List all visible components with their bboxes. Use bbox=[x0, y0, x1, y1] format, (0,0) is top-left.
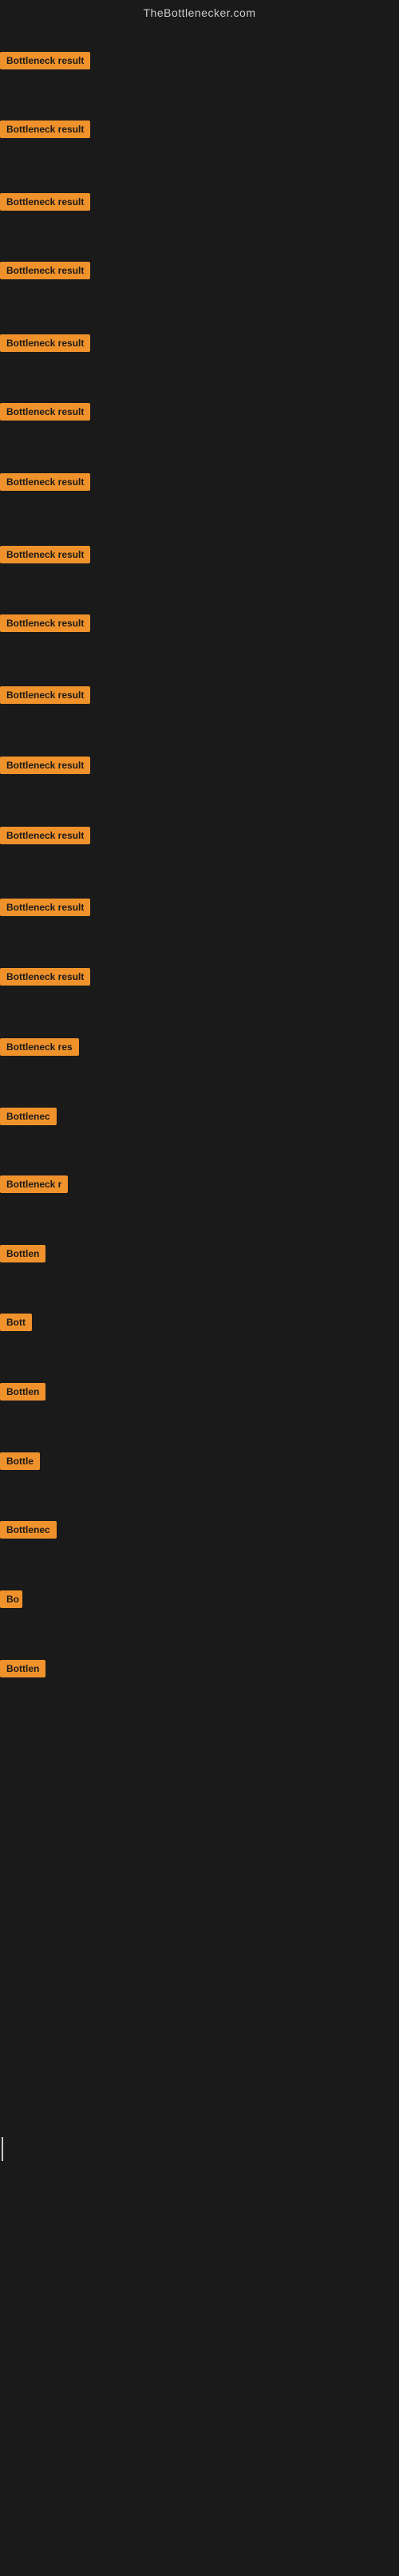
bottleneck-badge[interactable]: Bottleneck result bbox=[0, 546, 90, 563]
bottleneck-badge[interactable]: Bottleneck result bbox=[0, 262, 90, 279]
bottleneck-badge[interactable]: Bottleneck result bbox=[0, 334, 90, 352]
bottleneck-result-item[interactable]: Bottleneck result bbox=[0, 473, 90, 495]
bottleneck-badge[interactable]: Bottlen bbox=[0, 1245, 45, 1262]
bottleneck-result-item[interactable]: Bottleneck result bbox=[0, 827, 90, 848]
bottleneck-result-item[interactable]: Bottleneck result bbox=[0, 262, 90, 283]
bottleneck-result-item[interactable]: Bottlen bbox=[0, 1245, 45, 1266]
bottleneck-badge[interactable]: Bottleneck result bbox=[0, 686, 90, 704]
bottleneck-result-item[interactable]: Bottleneck result bbox=[0, 614, 90, 636]
bottleneck-result-item[interactable]: Bo bbox=[0, 1590, 22, 1612]
bottleneck-badge[interactable]: Bottleneck result bbox=[0, 52, 90, 69]
bottleneck-badge[interactable]: Bottleneck result bbox=[0, 827, 90, 844]
bottleneck-result-item[interactable]: Bottle bbox=[0, 1452, 40, 1474]
bottleneck-badge[interactable]: Bo bbox=[0, 1590, 22, 1608]
bottleneck-result-item[interactable]: Bottlen bbox=[0, 1660, 45, 1681]
bottleneck-result-item[interactable]: Bottleneck result bbox=[0, 52, 90, 73]
bottleneck-result-item[interactable]: Bottleneck res bbox=[0, 1038, 79, 1060]
bottleneck-result-item[interactable]: Bottleneck result bbox=[0, 968, 90, 990]
bottleneck-result-item[interactable]: Bottlenec bbox=[0, 1108, 57, 1129]
cursor-indicator bbox=[2, 2137, 3, 2161]
bottleneck-badge[interactable]: Bottlen bbox=[0, 1660, 45, 1677]
bottleneck-result-item[interactable]: Bottleneck result bbox=[0, 546, 90, 567]
site-title: TheBottlenecker.com bbox=[0, 0, 399, 22]
bottleneck-badge[interactable]: Bottleneck result bbox=[0, 473, 90, 491]
bottleneck-badge[interactable]: Bottleneck result bbox=[0, 757, 90, 774]
bottleneck-result-item[interactable]: Bottlen bbox=[0, 1383, 45, 1405]
bottleneck-result-item[interactable]: Bottleneck r bbox=[0, 1175, 68, 1197]
bottleneck-badge[interactable]: Bottleneck result bbox=[0, 121, 90, 138]
bottleneck-badge[interactable]: Bottleneck r bbox=[0, 1175, 68, 1193]
bottleneck-badge[interactable]: Bottlen bbox=[0, 1383, 45, 1401]
bottleneck-badge[interactable]: Bottleneck result bbox=[0, 899, 90, 916]
bottleneck-badge[interactable]: Bottleneck result bbox=[0, 193, 90, 211]
bottleneck-result-item[interactable]: Bott bbox=[0, 1314, 32, 1335]
bottleneck-result-item[interactable]: Bottleneck result bbox=[0, 899, 90, 920]
bottleneck-badge[interactable]: Bott bbox=[0, 1314, 32, 1331]
bottleneck-result-item[interactable]: Bottlenec bbox=[0, 1521, 57, 1543]
bottleneck-badge[interactable]: Bottleneck result bbox=[0, 968, 90, 986]
bottleneck-badge[interactable]: Bottlenec bbox=[0, 1108, 57, 1125]
bottleneck-badge[interactable]: Bottleneck res bbox=[0, 1038, 79, 1056]
bottleneck-result-item[interactable]: Bottleneck result bbox=[0, 193, 90, 215]
bottleneck-result-item[interactable]: Bottleneck result bbox=[0, 686, 90, 708]
bottleneck-badge[interactable]: Bottleneck result bbox=[0, 614, 90, 632]
bottleneck-result-item[interactable]: Bottleneck result bbox=[0, 121, 90, 142]
bottleneck-result-item[interactable]: Bottleneck result bbox=[0, 334, 90, 356]
bottleneck-badge[interactable]: Bottleneck result bbox=[0, 403, 90, 421]
bottleneck-badge[interactable]: Bottle bbox=[0, 1452, 40, 1470]
bottleneck-badge[interactable]: Bottlenec bbox=[0, 1521, 57, 1539]
bottleneck-result-item[interactable]: Bottleneck result bbox=[0, 757, 90, 778]
bottleneck-result-item[interactable]: Bottleneck result bbox=[0, 403, 90, 425]
